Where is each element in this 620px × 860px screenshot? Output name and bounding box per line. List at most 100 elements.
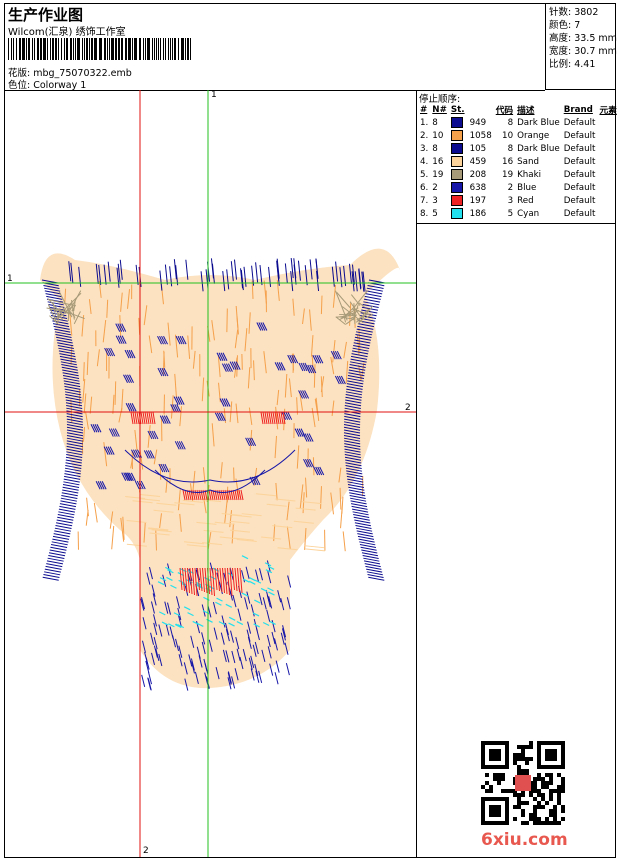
barcode-bar (47, 38, 48, 60)
qr-module (505, 789, 509, 793)
barcode-bar (8, 38, 9, 60)
stop-desc: Dark Blue (517, 117, 560, 128)
qr-center-seal (515, 775, 531, 791)
barcode-bar (16, 38, 17, 60)
qr-module (517, 753, 521, 757)
qr-finder (489, 749, 501, 761)
stop-stitch-count: 186 (466, 209, 487, 219)
stop-color-cell: 949 (449, 116, 494, 129)
stop-brand: Default (563, 195, 596, 206)
qr-module (525, 801, 529, 805)
neck-stitch (275, 660, 280, 673)
border-stitch (44, 568, 61, 573)
border-stitch (64, 475, 81, 480)
qr-module (561, 817, 565, 821)
stop-color-cell: 208 (449, 168, 494, 181)
stop-col-header: 元素 (599, 106, 617, 116)
qr-module (489, 789, 493, 793)
border-stitch (350, 503, 368, 508)
barcode-bar (156, 38, 157, 60)
barcode-bar (165, 38, 166, 60)
stop-idx: 1. (420, 117, 429, 128)
border-stitch (347, 484, 365, 489)
qr-module (517, 805, 521, 809)
qr-module (497, 781, 501, 785)
stop-desc: Orange (517, 130, 550, 141)
stitch-count: 针数: 3802 (549, 7, 599, 18)
cat-head-embroidery (5, 90, 416, 857)
border-stitch (42, 576, 59, 581)
stop-idx: 2. (420, 130, 429, 141)
stop-sequence-panel: 停止顺序: # N# St. 代码 描述 Brand 元素 1. 8 949 8 Dark Blu… (417, 90, 617, 220)
stop-idx: 7. (420, 195, 429, 206)
qr-module (493, 773, 497, 777)
qr-module (493, 777, 497, 781)
stop-stitch-count: 949 (466, 118, 487, 128)
design-barcode (8, 38, 191, 60)
qr-module (525, 761, 529, 765)
barcode-bar (139, 38, 141, 60)
qr-module (561, 809, 565, 813)
qr-module (557, 789, 561, 793)
qr-module (537, 793, 541, 797)
border-stitch (58, 511, 75, 516)
border-stitch (352, 508, 369, 513)
qr-module (521, 753, 525, 757)
border-stitch (46, 560, 64, 565)
production-worksheet: 生产作业图 Wilcom(汇泉) 绣饰工作室 花版: mbg_75070322.… (4, 3, 617, 858)
qr-module (545, 817, 549, 821)
barcode-bar (86, 38, 88, 60)
stop-code: 16 (502, 156, 514, 167)
border-stitch (356, 530, 373, 535)
qr-module (561, 789, 565, 793)
stop-row: 7. 3 197 3 Red Default (418, 194, 619, 207)
border-stitch (58, 508, 75, 513)
stop-idx: 6. (420, 182, 429, 193)
color-swatch (450, 182, 463, 193)
qr-module (557, 801, 561, 805)
stitch-layer (40, 248, 400, 691)
stop-desc: Red (517, 195, 534, 206)
border-stitch (351, 505, 368, 510)
stop-brand: Default (563, 130, 596, 141)
barcode-bar (115, 38, 117, 60)
qr-module (545, 773, 549, 777)
watermark-logo: 6xiu.com (481, 830, 568, 850)
stop-color-cell: 459 (449, 155, 494, 168)
stop-desc: Sand (517, 156, 539, 167)
qr-module (533, 789, 537, 793)
barcode-bar (73, 38, 74, 60)
qr-module (529, 813, 533, 817)
stop-idx: 8. (420, 208, 429, 219)
stop-n: 8 (432, 117, 438, 128)
qr-module (501, 789, 505, 793)
stop-brand: Default (563, 117, 596, 128)
barcode-bar (13, 38, 14, 60)
barcode-bar (145, 38, 146, 60)
stop-sequence-table: # N# St. 代码 描述 Brand 元素 1. 8 949 8 Dark Blue Defau… (418, 103, 619, 220)
stop-n: 10 (432, 130, 444, 141)
barcode-bar (147, 38, 150, 60)
stop-desc: Khaki (517, 169, 542, 180)
barcode-bar (37, 38, 39, 60)
qr-module (529, 793, 533, 797)
barcode-bar (154, 38, 155, 60)
border-stitch (56, 519, 73, 524)
panel-divider (417, 223, 615, 224)
barcode-bar (187, 38, 189, 60)
stop-desc: Cyan (517, 208, 540, 219)
border-stitch (366, 290, 383, 295)
qr-module (509, 789, 513, 793)
orange-stitch (320, 295, 323, 315)
border-stitch (52, 538, 69, 543)
qr-module (513, 757, 517, 761)
stop-code: 19 (502, 169, 514, 180)
border-stitch (53, 533, 70, 538)
border-stitch (63, 478, 80, 483)
border-stitch (57, 516, 74, 521)
color-swatch (450, 169, 463, 180)
qr-module (537, 789, 541, 793)
orange-stitch (342, 531, 346, 552)
qr-module (557, 821, 561, 825)
stop-table-body: 1. 8 949 8 Dark Blue Default 2. 10 1058 10 Orang… (418, 116, 619, 220)
